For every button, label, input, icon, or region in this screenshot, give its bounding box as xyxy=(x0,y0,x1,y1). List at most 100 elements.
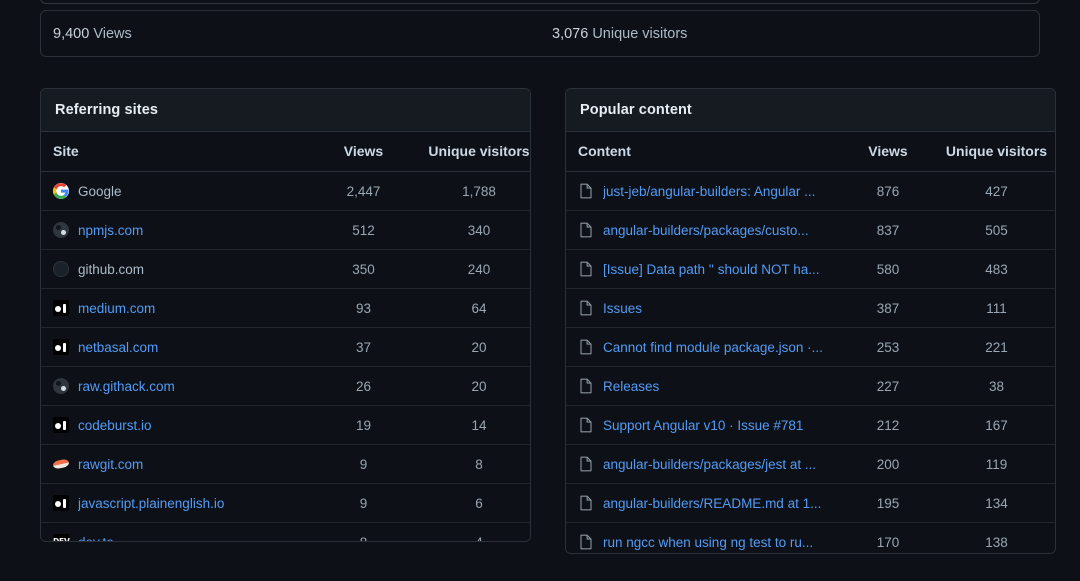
column-header-site: Site xyxy=(41,132,311,172)
table-row: angular-builders/README.md at 1... 195 134 xyxy=(566,483,1055,523)
site-label[interactable]: codeburst.io xyxy=(78,418,152,433)
views-value: 170 xyxy=(850,522,926,553)
unique-visitors-value: 167 xyxy=(926,405,1055,445)
content-cell: angular-builders/packages/jest at ... xyxy=(566,444,850,484)
file-icon xyxy=(578,378,594,394)
table-row: Support Angular v10 · Issue #781 212 167 xyxy=(566,405,1055,445)
views-value: 19 xyxy=(311,405,416,445)
content-label[interactable]: Issues xyxy=(603,301,642,316)
site-label[interactable]: raw.githack.com xyxy=(78,379,175,394)
cell-content: javascript.plainenglish.io xyxy=(53,495,311,511)
table-row: codeburst.io 19 14 xyxy=(41,405,530,445)
stat-unique-visitors-label: Unique visitors xyxy=(592,25,688,42)
stat-views-value: 9,400 xyxy=(53,25,90,42)
stat-unique-visitors: 3,076 Unique visitors xyxy=(540,26,1039,42)
content-label[interactable]: angular-builders/packages/jest at ... xyxy=(603,457,816,472)
table-row: [Issue] Data path '' should NOT ha... 580… xyxy=(566,249,1055,289)
content-cell: Releases xyxy=(566,366,850,406)
file-icon xyxy=(578,417,594,433)
unique-visitors-value: 119 xyxy=(926,444,1055,484)
views-value: 837 xyxy=(850,210,926,250)
referring-sites-title: Referring sites xyxy=(55,102,159,118)
views-value: 37 xyxy=(311,327,416,367)
cell-content: Google xyxy=(53,183,311,199)
site-label: Google xyxy=(78,183,122,199)
table-header-row: Site Views Unique visitors xyxy=(41,132,530,172)
file-icon xyxy=(578,261,594,277)
unique-visitors-value: 134 xyxy=(926,483,1055,523)
file-icon xyxy=(578,183,594,199)
popular-content-header: Popular content xyxy=(566,89,1055,132)
unique-visitors-value: 427 xyxy=(926,171,1055,211)
medium-favicon xyxy=(53,417,69,433)
site-label[interactable]: netbasal.com xyxy=(78,340,158,355)
medium-favicon xyxy=(53,495,69,511)
globe-favicon xyxy=(53,378,69,394)
unique-visitors-value: 340 xyxy=(416,210,530,250)
medium-favicon xyxy=(53,300,69,316)
unique-visitors-value: 483 xyxy=(926,249,1055,289)
cell-content: Cannot find module package.json ·... xyxy=(578,339,850,355)
unique-visitors-value: 138 xyxy=(926,522,1055,553)
table-row: angular-builders/packages/custo... 837 505 xyxy=(566,210,1055,250)
cell-content: medium.com xyxy=(53,300,311,316)
content-label[interactable]: just-jeb/angular-builders: Angular ... xyxy=(603,184,815,199)
table-row: angular-builders/packages/jest at ... 200… xyxy=(566,444,1055,484)
stat-views: 9,400 Views xyxy=(41,26,540,42)
referring-sites-header: Referring sites xyxy=(41,89,530,132)
views-value: 227 xyxy=(850,366,926,406)
popular-content-panel: Popular content Content Views Unique vis… xyxy=(565,88,1056,554)
unique-visitors-value: 4 xyxy=(416,522,530,541)
file-icon xyxy=(578,534,594,550)
table-row: github.com 350 240 xyxy=(41,249,530,289)
site-label[interactable]: medium.com xyxy=(78,301,155,316)
site-label[interactable]: npmjs.com xyxy=(78,223,143,238)
table-row: medium.com 93 64 xyxy=(41,288,530,328)
cell-content: [Issue] Data path '' should NOT ha... xyxy=(578,261,850,277)
rawgit-favicon xyxy=(53,456,69,472)
table-row: run ngcc when using ng test to ru... 170 1… xyxy=(566,522,1055,553)
table-row: rawgit.com 9 8 xyxy=(41,444,530,484)
content-label[interactable]: Support Angular v10 · Issue #781 xyxy=(603,418,803,433)
site-cell: netbasal.com xyxy=(41,327,311,367)
content-label[interactable]: angular-builders/README.md at 1... xyxy=(603,496,821,511)
site-cell: Google xyxy=(41,171,311,211)
content-cell: Cannot find module package.json ·... xyxy=(566,327,850,367)
table-row: npmjs.com 512 340 xyxy=(41,210,530,250)
site-label[interactable]: rawgit.com xyxy=(78,457,143,472)
column-header-content: Content xyxy=(566,132,850,172)
site-cell: raw.githack.com xyxy=(41,366,311,406)
site-label[interactable]: javascript.plainenglish.io xyxy=(78,496,224,511)
content-label[interactable]: run ngcc when using ng test to ru... xyxy=(603,535,813,550)
content-cell: angular-builders/packages/custo... xyxy=(566,210,850,250)
content-label[interactable]: Releases xyxy=(603,379,659,394)
views-value: 93 xyxy=(311,288,416,328)
table-row: Issues 387 111 xyxy=(566,288,1055,328)
cell-content: rawgit.com xyxy=(53,456,311,472)
views-value: 580 xyxy=(850,249,926,289)
file-icon xyxy=(578,300,594,316)
site-label[interactable]: dev.to xyxy=(78,535,114,542)
cell-content: just-jeb/angular-builders: Angular ... xyxy=(578,183,850,199)
unique-visitors-value: 14 xyxy=(416,405,530,445)
content-cell: [Issue] Data path '' should NOT ha... xyxy=(566,249,850,289)
unique-visitors-value: 505 xyxy=(926,210,1055,250)
file-icon xyxy=(578,339,594,355)
cell-content: npmjs.com xyxy=(53,222,311,238)
views-value: 350 xyxy=(311,249,416,289)
content-label[interactable]: [Issue] Data path '' should NOT ha... xyxy=(603,262,820,277)
google-favicon xyxy=(53,183,69,199)
cell-content: codeburst.io xyxy=(53,417,311,433)
cell-content: angular-builders/README.md at 1... xyxy=(578,495,850,511)
summary-stats-bar: 9,400 Views 3,076 Unique visitors xyxy=(40,10,1040,57)
views-value: 8 xyxy=(311,522,416,541)
content-label[interactable]: angular-builders/packages/custo... xyxy=(603,223,809,238)
content-label[interactable]: Cannot find module package.json ·... xyxy=(603,340,823,355)
unique-visitors-value: 111 xyxy=(926,288,1055,328)
traffic-insights-page: 9,400 Views 3,076 Unique visitors Referr… xyxy=(0,0,1080,581)
site-cell: DEV dev.to xyxy=(41,522,311,542)
unique-visitors-value: 8 xyxy=(416,444,530,484)
table-row: Google 2,447 1,788 xyxy=(41,171,530,211)
cell-content: netbasal.com xyxy=(53,339,311,355)
views-value: 200 xyxy=(850,444,926,484)
